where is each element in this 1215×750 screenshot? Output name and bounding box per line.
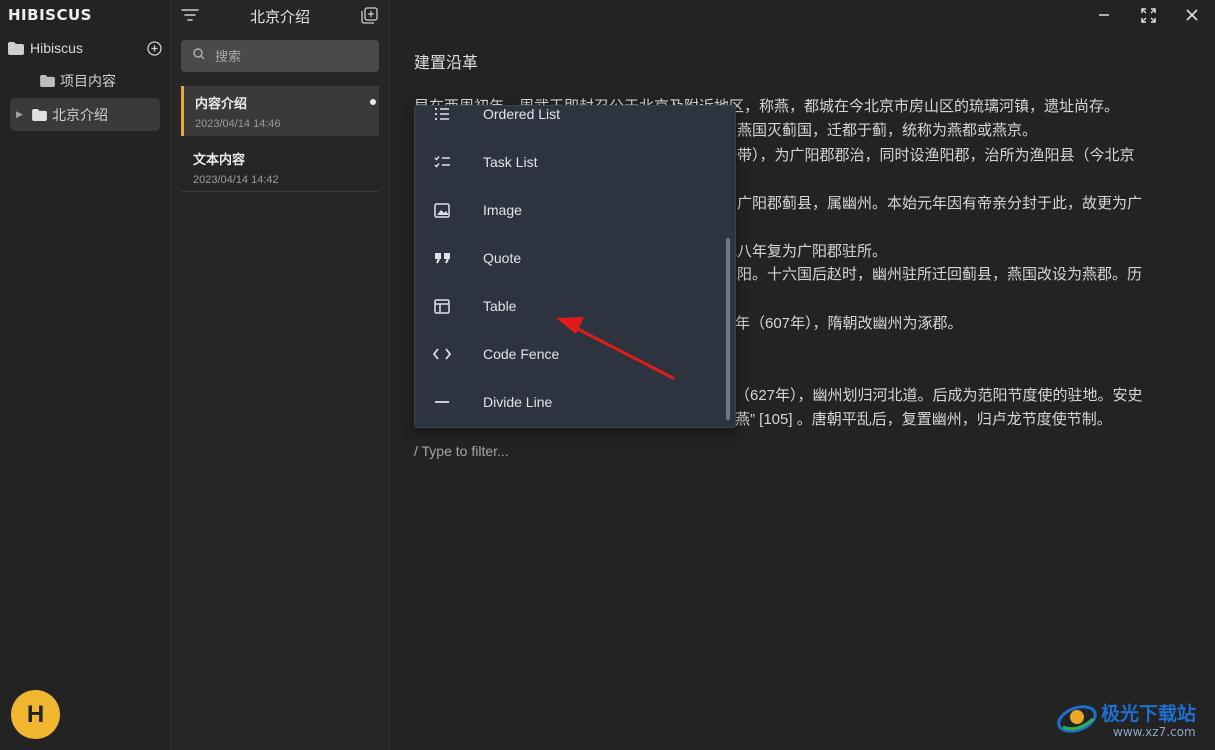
menu-item-divide-line[interactable]: Divide Line	[415, 378, 735, 426]
content-line[interactable]: 范阳。十六国后赵时，幽州驻所迁回蓟县，燕国改设为燕郡。历	[722, 264, 1197, 286]
code-icon	[433, 345, 451, 363]
note-title: 内容介绍	[195, 96, 248, 111]
folder-icon	[32, 108, 47, 121]
note-item[interactable]: 文本内容 2023/04/14 14:42	[181, 142, 379, 192]
new-note-icon[interactable]	[361, 7, 378, 29]
ordered-list-icon	[433, 106, 451, 123]
menu-item-image[interactable]: Image	[415, 186, 735, 234]
note-list-header: 北京介绍	[171, 0, 389, 32]
content-line[interactable]: 燕国灭蓟国，迁都于蓟，统称为燕都或燕京。	[737, 120, 1197, 142]
menu-item-task-list[interactable]: Task List	[415, 138, 735, 186]
minimize-icon[interactable]	[1093, 6, 1115, 24]
close-icon[interactable]	[1181, 6, 1203, 24]
search-input[interactable]	[213, 47, 377, 65]
quote-icon	[433, 249, 451, 267]
menu-scrollbar[interactable]	[726, 238, 730, 420]
content-line[interactable]: 年（607年），隋朝改幽州为涿郡。	[735, 313, 1197, 335]
tree-root-label: Hibiscus	[30, 40, 83, 56]
slash-command-menu: Ordered List Task List Image Quote Table…	[414, 105, 736, 428]
slash-filter-hint[interactable]: / Type to filter...	[414, 443, 509, 459]
content-line[interactable]: 为广阳郡蓟县，属幽州。本始元年因有帝亲分封于此，故更为广	[722, 193, 1197, 215]
note-list-title: 北京介绍	[249, 9, 310, 26]
table-icon	[433, 297, 451, 315]
divider-icon	[433, 393, 451, 411]
caret-right-icon[interactable]: ▶	[16, 109, 28, 120]
menu-item-code-fence[interactable]: Code Fence	[415, 330, 735, 378]
sidebar: HIBISCUS Hibiscus 项目内容 ▶ 北京介绍 H	[0, 0, 171, 750]
unsaved-dot-icon	[370, 99, 376, 105]
watermark-logo-icon	[1055, 705, 1099, 741]
watermark-url: www.xz7.com	[1113, 725, 1196, 739]
sidebar-item-beijing-intro[interactable]: ▶ 北京介绍	[10, 98, 160, 131]
tree-root-hibiscus[interactable]: Hibiscus	[8, 38, 164, 58]
content-line[interactable]: 一带），为广阳郡郡治，同时设渔阳郡，治所为渔阳县（今北京	[722, 145, 1197, 167]
note-date: 2023/04/14 14:42	[193, 174, 279, 186]
search-box[interactable]	[181, 40, 379, 72]
note-title: 文本内容	[193, 152, 246, 167]
folder-icon	[40, 74, 55, 87]
sidebar-item-label: 项目内容	[60, 72, 116, 89]
content-line[interactable]: 元八年复为广阳郡驻所。	[722, 241, 1197, 263]
note-date: 2023/04/14 14:46	[195, 118, 281, 130]
watermark-text: 极光下载站	[1101, 703, 1197, 725]
menu-item-quote[interactable]: Quote	[415, 234, 735, 282]
menu-item-ordered-list[interactable]: Ordered List	[415, 106, 735, 138]
content-line[interactable]: 燕” [105] 。唐朝平乱后，复置幽州，归卢龙节度使节制。	[735, 409, 1197, 431]
watermark: 极光下载站 www.xz7.com	[1055, 697, 1210, 743]
sidebar-item-project-content[interactable]: 项目内容	[10, 64, 160, 97]
avatar[interactable]: H	[11, 690, 60, 739]
sidebar-item-label: 北京介绍	[52, 106, 108, 123]
maximize-icon[interactable]	[1137, 6, 1159, 24]
note-list-panel: 北京介绍 内容介绍 2023/04/14 14:46 文本内容 2023/04/…	[171, 0, 390, 750]
app-logo: HIBISCUS	[8, 6, 92, 24]
search-icon	[193, 47, 205, 65]
add-folder-icon[interactable]	[147, 40, 162, 56]
note-item[interactable]: 内容介绍 2023/04/14 14:46	[181, 86, 379, 136]
task-list-icon	[433, 153, 451, 171]
content-line[interactable]: （627年），幽州划归河北道。后成为范阳节度使的驻地。安史	[735, 385, 1197, 407]
menu-item-table[interactable]: Table	[415, 282, 735, 330]
image-icon	[433, 201, 451, 219]
folder-icon	[8, 41, 24, 55]
content-heading[interactable]: 建置沿革	[414, 49, 478, 73]
